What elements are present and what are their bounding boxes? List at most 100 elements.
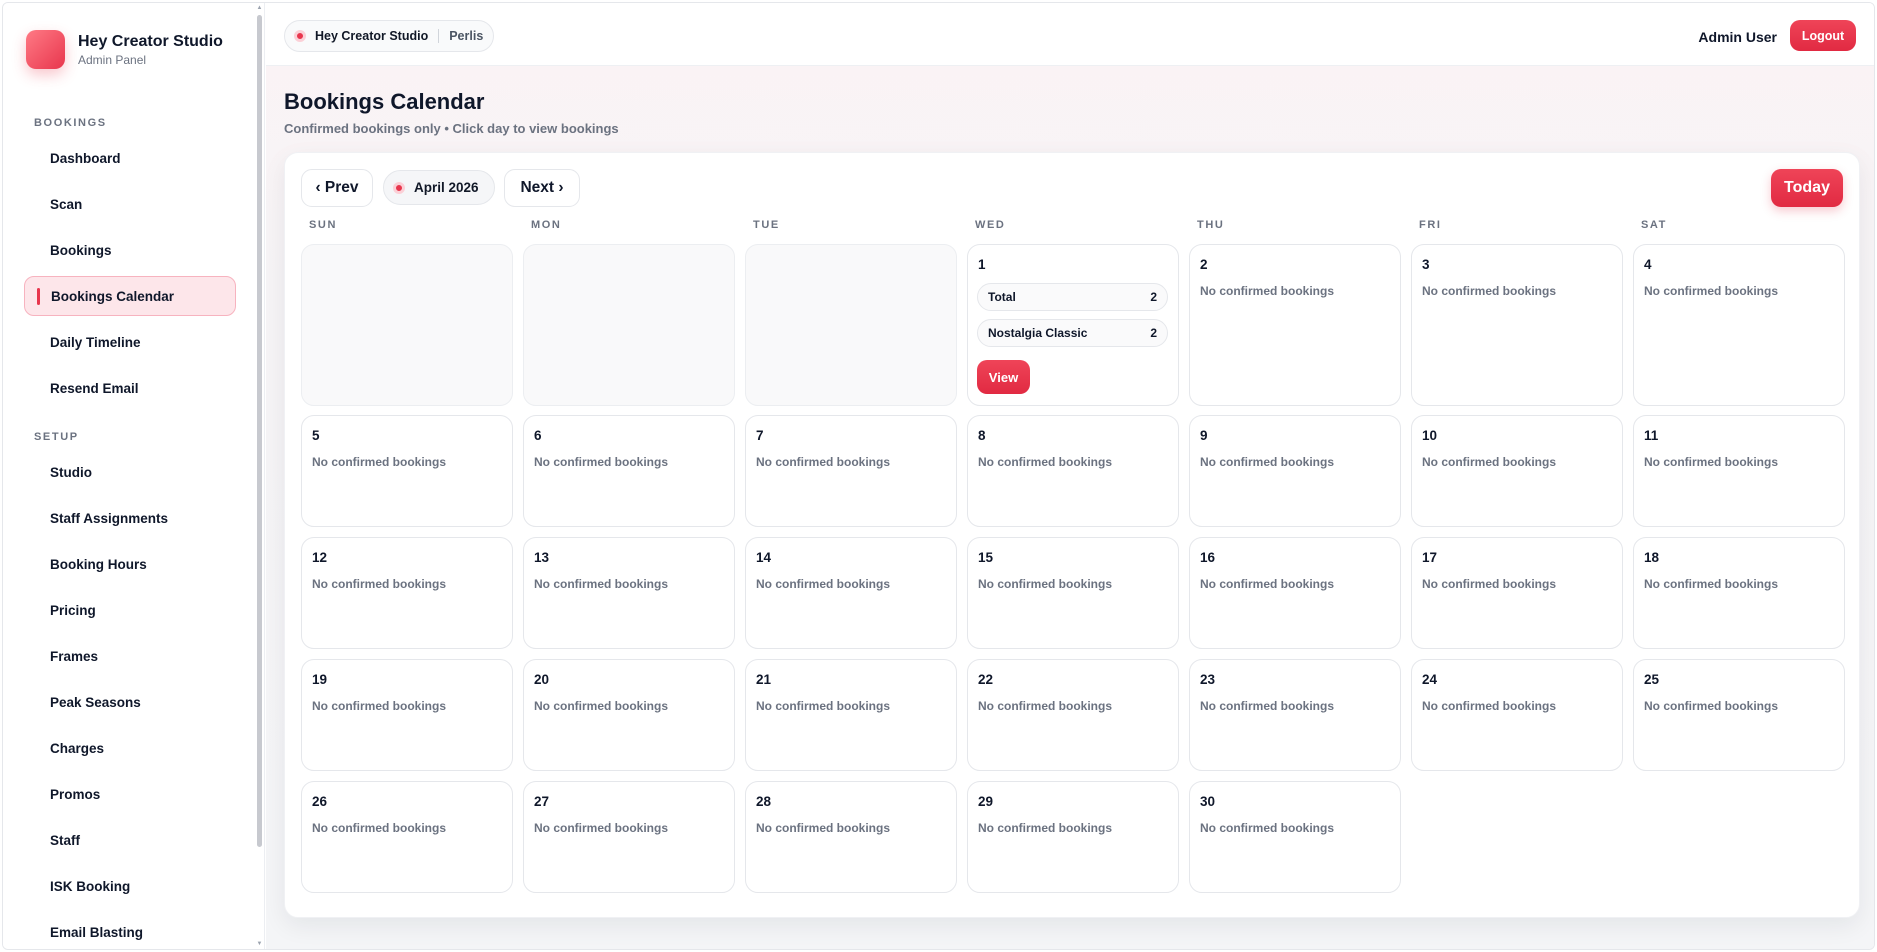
section-label-setup: SETUP [34,431,79,443]
calendar-empty-cell [301,244,513,406]
booking-stat: Total 2 [977,283,1168,311]
calendar-day-7[interactable]: 7 No confirmed bookings [745,415,957,527]
calendar-day-28[interactable]: 28 No confirmed bookings [745,781,957,893]
day-number: 16 [1200,550,1216,565]
calendar-day-26[interactable]: 26 No confirmed bookings [301,781,513,893]
calendar-day-19[interactable]: 19 No confirmed bookings [301,659,513,771]
calendar-day-27[interactable]: 27 No confirmed bookings [523,781,735,893]
sidebar-item-dashboard[interactable]: Dashboard [24,138,236,178]
calendar-day-13[interactable]: 13 No confirmed bookings [523,537,735,649]
brand-logo [26,30,65,69]
weekday-header-wed: WED [975,219,1006,231]
view-day-button[interactable]: View [977,360,1030,394]
sidebar-item-label: Pricing [50,602,96,618]
calendar-day-11[interactable]: 11 No confirmed bookings [1633,415,1845,527]
sidebar-item-bookings[interactable]: Bookings [24,230,236,270]
sidebar-item-bookings-calendar[interactable]: Bookings Calendar [24,276,236,316]
calendar-day-25[interactable]: 25 No confirmed bookings [1633,659,1845,771]
day-number: 21 [756,672,772,687]
sidebar-item-label: Daily Timeline [50,334,141,350]
day-number: 6 [534,428,542,443]
no-bookings-text: No confirmed bookings [978,699,1113,713]
calendar-day-17[interactable]: 17 No confirmed bookings [1411,537,1623,649]
calendar-day-30[interactable]: 30 No confirmed bookings [1189,781,1401,893]
calendar-day-24[interactable]: 24 No confirmed bookings [1411,659,1623,771]
booking-stat-label: Nostalgia Classic [988,326,1088,340]
sidebar-item-frames[interactable]: Frames [24,636,236,676]
calendar-day-16[interactable]: 16 No confirmed bookings [1189,537,1401,649]
sidebar-item-booking-hours[interactable]: Booking Hours [24,544,236,584]
no-bookings-text: No confirmed bookings [1644,699,1779,713]
day-number: 5 [312,428,320,443]
sidebar-item-pricing[interactable]: Pricing [24,590,236,630]
sidebar-item-label: Resend Email [50,380,139,396]
no-bookings-text: No confirmed bookings [1200,284,1335,298]
calendar-day-22[interactable]: 22 No confirmed bookings [967,659,1179,771]
no-bookings-text: No confirmed bookings [1644,577,1779,591]
day-number: 25 [1644,672,1660,687]
sidebar-item-scan[interactable]: Scan [24,184,236,224]
main-content: Hey Creator Studio Perlis Admin User Log… [266,3,1874,949]
no-bookings-text: No confirmed bookings [1644,455,1779,469]
calendar-day-2[interactable]: 2 No confirmed bookings [1189,244,1401,406]
scroll-down-arrow-icon[interactable]: ▼ [256,941,263,947]
logout-button[interactable]: Logout [1790,20,1856,51]
no-bookings-text: No confirmed bookings [312,577,447,591]
day-number: 24 [1422,672,1438,687]
sidebar-scrollbar[interactable] [257,15,262,847]
no-bookings-text: No confirmed bookings [1422,284,1557,298]
calendar-day-18[interactable]: 18 No confirmed bookings [1633,537,1845,649]
sidebar-item-label: Scan [50,196,83,212]
booking-stat-count: 2 [1150,290,1157,304]
prev-month-button[interactable]: ‹ Prev [301,169,373,207]
sidebar-item-resend-email[interactable]: Resend Email [24,368,236,408]
sidebar-item-charges[interactable]: Charges [24,728,236,768]
sidebar-item-label: Frames [50,648,99,664]
calendar-day-6[interactable]: 6 No confirmed bookings [523,415,735,527]
next-month-button[interactable]: Next › [504,169,580,207]
no-bookings-text: No confirmed bookings [312,455,447,469]
calendar-day-3[interactable]: 3 No confirmed bookings [1411,244,1623,406]
calendar-day-10[interactable]: 10 No confirmed bookings [1411,415,1623,527]
scroll-up-arrow-icon[interactable]: ▲ [256,5,263,11]
studio-location-pill[interactable]: Hey Creator Studio Perlis [284,20,495,52]
calendar-day-1[interactable]: 1 Total 2 Nostalgia Classic 2 View [967,244,1179,406]
day-number: 4 [1644,257,1652,272]
sidebar-item-staff-assignments[interactable]: Staff Assignments [24,498,236,538]
sidebar: Hey Creator Studio Admin Panel BOOKINGS D… [3,3,265,949]
status-dot-icon [294,30,306,42]
sidebar-item-label: Bookings Calendar [51,288,175,304]
no-bookings-text: No confirmed bookings [756,821,891,835]
day-number: 12 [312,550,328,565]
calendar-day-4[interactable]: 4 No confirmed bookings [1633,244,1845,406]
sidebar-item-isk-booking[interactable]: ISK Booking [24,866,236,906]
calendar-day-20[interactable]: 20 No confirmed bookings [523,659,735,771]
calendar-day-29[interactable]: 29 No confirmed bookings [967,781,1179,893]
sidebar-item-daily-timeline[interactable]: Daily Timeline [24,322,236,362]
calendar-day-9[interactable]: 9 No confirmed bookings [1189,415,1401,527]
no-bookings-text: No confirmed bookings [1200,577,1335,591]
calendar-card: ‹ Prev April 2026 Next › Today SUN MON TUE… [284,152,1860,918]
sidebar-item-email-blasting[interactable]: Email Blasting [24,912,236,949]
sidebar-item-promos[interactable]: Promos [24,774,236,814]
calendar-day-21[interactable]: 21 No confirmed bookings [745,659,957,771]
calendar-day-23[interactable]: 23 No confirmed bookings [1189,659,1401,771]
no-bookings-text: No confirmed bookings [1644,284,1779,298]
no-bookings-text: No confirmed bookings [312,699,447,713]
sidebar-item-staff[interactable]: Staff [24,820,236,860]
sidebar-item-peak-seasons[interactable]: Peak Seasons [24,682,236,722]
calendar-day-12[interactable]: 12 No confirmed bookings [301,537,513,649]
no-bookings-text: No confirmed bookings [1422,455,1557,469]
calendar-empty-cell [523,244,735,406]
day-number: 13 [534,550,550,565]
calendar-day-15[interactable]: 15 No confirmed bookings [967,537,1179,649]
user-name: Admin User [1698,29,1777,45]
day-number: 29 [978,794,994,809]
today-button[interactable]: Today [1771,169,1843,207]
calendar-day-5[interactable]: 5 No confirmed bookings [301,415,513,527]
day-number: 7 [756,428,764,443]
calendar-day-14[interactable]: 14 No confirmed bookings [745,537,957,649]
sidebar-item-studio[interactable]: Studio [24,452,236,492]
no-bookings-text: No confirmed bookings [1200,455,1335,469]
calendar-day-8[interactable]: 8 No confirmed bookings [967,415,1179,527]
